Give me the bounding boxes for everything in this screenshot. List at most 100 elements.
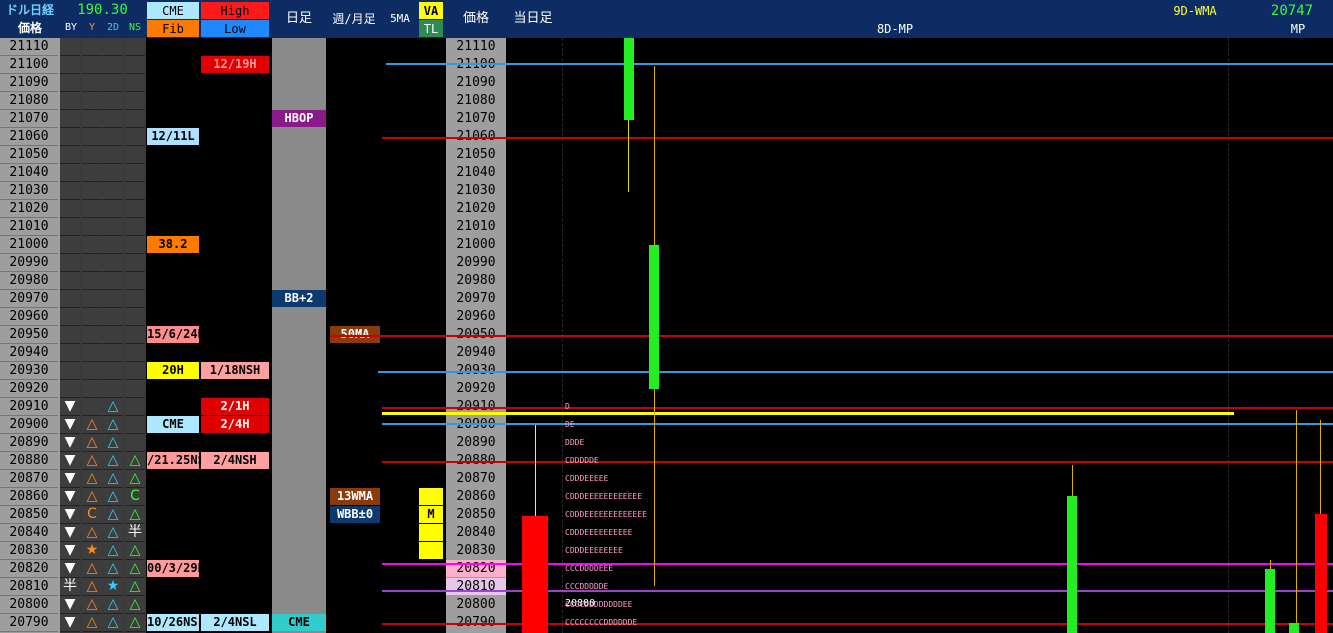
cme-label[interactable]: 12/11L <box>147 128 199 145</box>
price-cell[interactable]: 21000 <box>0 236 58 254</box>
price-cell[interactable]: 20990 <box>0 254 58 272</box>
price-cell-2[interactable]: 20970 <box>446 290 506 307</box>
price-cell-2[interactable]: 20990 <box>446 254 506 271</box>
price-cell-2[interactable]: 20850 <box>446 506 506 523</box>
price-cell[interactable]: 20920 <box>0 380 58 398</box>
mark-cell-by <box>60 38 80 56</box>
mark-cell-d2: △ <box>103 434 123 452</box>
price-cell[interactable]: 21010 <box>0 218 58 236</box>
weekly-label[interactable]: 13WMA <box>330 488 380 505</box>
cme-label[interactable]: 38.2 <box>147 236 199 253</box>
price-cell[interactable]: 21020 <box>0 200 58 218</box>
daily-label[interactable]: HBOP <box>272 110 326 127</box>
price-cell[interactable]: 20810 <box>0 578 58 596</box>
mark-cell-ns: △ <box>125 470 145 488</box>
price-cell[interactable]: 20860 <box>0 488 58 506</box>
price-cell[interactable]: 21040 <box>0 164 58 182</box>
cme-label[interactable]: 00/3/29H <box>147 560 199 577</box>
level-line-blue <box>378 371 1333 373</box>
price-cell-2[interactable]: 21070 <box>446 110 506 127</box>
price-cell[interactable]: 20940 <box>0 344 58 362</box>
daily-label[interactable]: CME <box>272 614 326 631</box>
mark-cell-d2 <box>103 380 123 398</box>
price-cell[interactable]: 21050 <box>0 146 58 164</box>
price-cell[interactable]: 20960 <box>0 308 58 326</box>
mark-by-icon: ▼ <box>64 488 76 504</box>
price-cell[interactable]: 20800 <box>0 596 58 614</box>
price-cell[interactable]: 21090 <box>0 74 58 92</box>
mark-by-icon: ▼ <box>64 596 76 612</box>
mark-ns-icon: △ <box>129 470 141 486</box>
today-candle-header: 当日足 <box>513 11 553 26</box>
price-cell-2[interactable]: 21050 <box>446 146 506 163</box>
price-cell-2[interactable]: 20800 <box>446 596 506 613</box>
price-cell[interactable]: 20970 <box>0 290 58 308</box>
price-cell[interactable]: 21110 <box>0 38 58 56</box>
daily-label[interactable]: BB+2 <box>272 290 326 307</box>
va-label[interactable]: M <box>419 506 443 523</box>
hl-label[interactable]: 2/4NSL <box>201 614 269 631</box>
price-cell-2[interactable]: 20960 <box>446 308 506 325</box>
price-cell[interactable]: 21030 <box>0 182 58 200</box>
price-cell[interactable]: 20890 <box>0 434 58 452</box>
mark-cell-d2 <box>103 326 123 344</box>
price-cell-2[interactable]: 21090 <box>446 74 506 91</box>
price-cell[interactable]: 21070 <box>0 110 58 128</box>
price-cell-2[interactable]: 20890 <box>446 434 506 451</box>
price-cell[interactable]: 20790 <box>0 614 58 632</box>
price-cell-2[interactable]: 20980 <box>446 272 506 289</box>
price-cell-2[interactable]: 20840 <box>446 524 506 541</box>
price-cell[interactable]: 20870 <box>0 470 58 488</box>
mark-cell-d2: △ <box>103 452 123 470</box>
price-cell-2[interactable]: 20830 <box>446 542 506 559</box>
price-cell-2[interactable]: 21080 <box>446 92 506 109</box>
weekly-label[interactable]: WBB±0 <box>330 506 380 523</box>
cme-label[interactable]: CME <box>147 416 199 433</box>
mark-cell-by <box>60 344 80 362</box>
mark-cell-by: ▼ <box>60 596 80 614</box>
price-cell[interactable]: 20950 <box>0 326 58 344</box>
price-cell-2[interactable]: 20940 <box>446 344 506 361</box>
price-cell[interactable]: 20980 <box>0 272 58 290</box>
cme-label[interactable]: 20H <box>147 362 199 379</box>
price-cell-2[interactable]: 21010 <box>446 218 506 235</box>
hl-label[interactable]: 2/1H <box>201 398 269 415</box>
price-cell-2[interactable]: 21040 <box>446 164 506 181</box>
hl-label[interactable]: 2/4NSH <box>201 452 269 469</box>
mark-d2-icon: △ <box>107 398 119 414</box>
cme-label[interactable]: /21.25NS <box>147 452 199 469</box>
price-row: 20800 20800 ▼ △ △ △ <box>0 596 1333 614</box>
price-cell-2[interactable]: 21030 <box>446 182 506 199</box>
price-cell-2[interactable]: 21110 <box>446 38 506 55</box>
mark-cell-ns <box>125 326 145 344</box>
mark-cell-y <box>82 218 102 236</box>
hl-label[interactable]: 12/19H <box>201 56 269 73</box>
price-cell[interactable]: 21060 <box>0 128 58 146</box>
va-block <box>419 542 443 559</box>
price-cell-2[interactable]: 20920 <box>446 380 506 397</box>
price-cell[interactable]: 20820 <box>0 560 58 578</box>
price-cell-2[interactable]: 20860 <box>446 488 506 505</box>
price-cell[interactable]: 20900 <box>0 416 58 434</box>
price-cell-2[interactable]: 20870 <box>446 470 506 487</box>
mark-cell-by: ▼ <box>60 524 80 542</box>
cme-header: CME <box>147 2 199 19</box>
price-cell-2[interactable]: 20810 <box>446 578 506 595</box>
price-cell[interactable]: 20880 <box>0 452 58 470</box>
price-cell[interactable]: 20840 <box>0 524 58 542</box>
hl-label[interactable]: 2/4H <box>201 416 269 433</box>
cme-label[interactable]: 10/26NSL <box>147 614 199 631</box>
price-cell-2[interactable]: 21000 <box>446 236 506 253</box>
price-cell-2[interactable]: 21020 <box>446 200 506 217</box>
price-cell[interactable]: 20930 <box>0 362 58 380</box>
usd-rate: 190.30 <box>77 2 128 18</box>
price-cell[interactable]: 20910 <box>0 398 58 416</box>
price-cell[interactable]: 20830 <box>0 542 58 560</box>
cme-label[interactable]: 15/6/24H <box>147 326 199 343</box>
hl-label[interactable]: 1/18NSH <box>201 362 269 379</box>
mark-cell-d2 <box>103 362 123 380</box>
price-cell[interactable]: 21100 <box>0 56 58 74</box>
price-cell[interactable]: 20850 <box>0 506 58 524</box>
price-cell[interactable]: 21080 <box>0 92 58 110</box>
mark-cell-ns <box>125 416 145 434</box>
